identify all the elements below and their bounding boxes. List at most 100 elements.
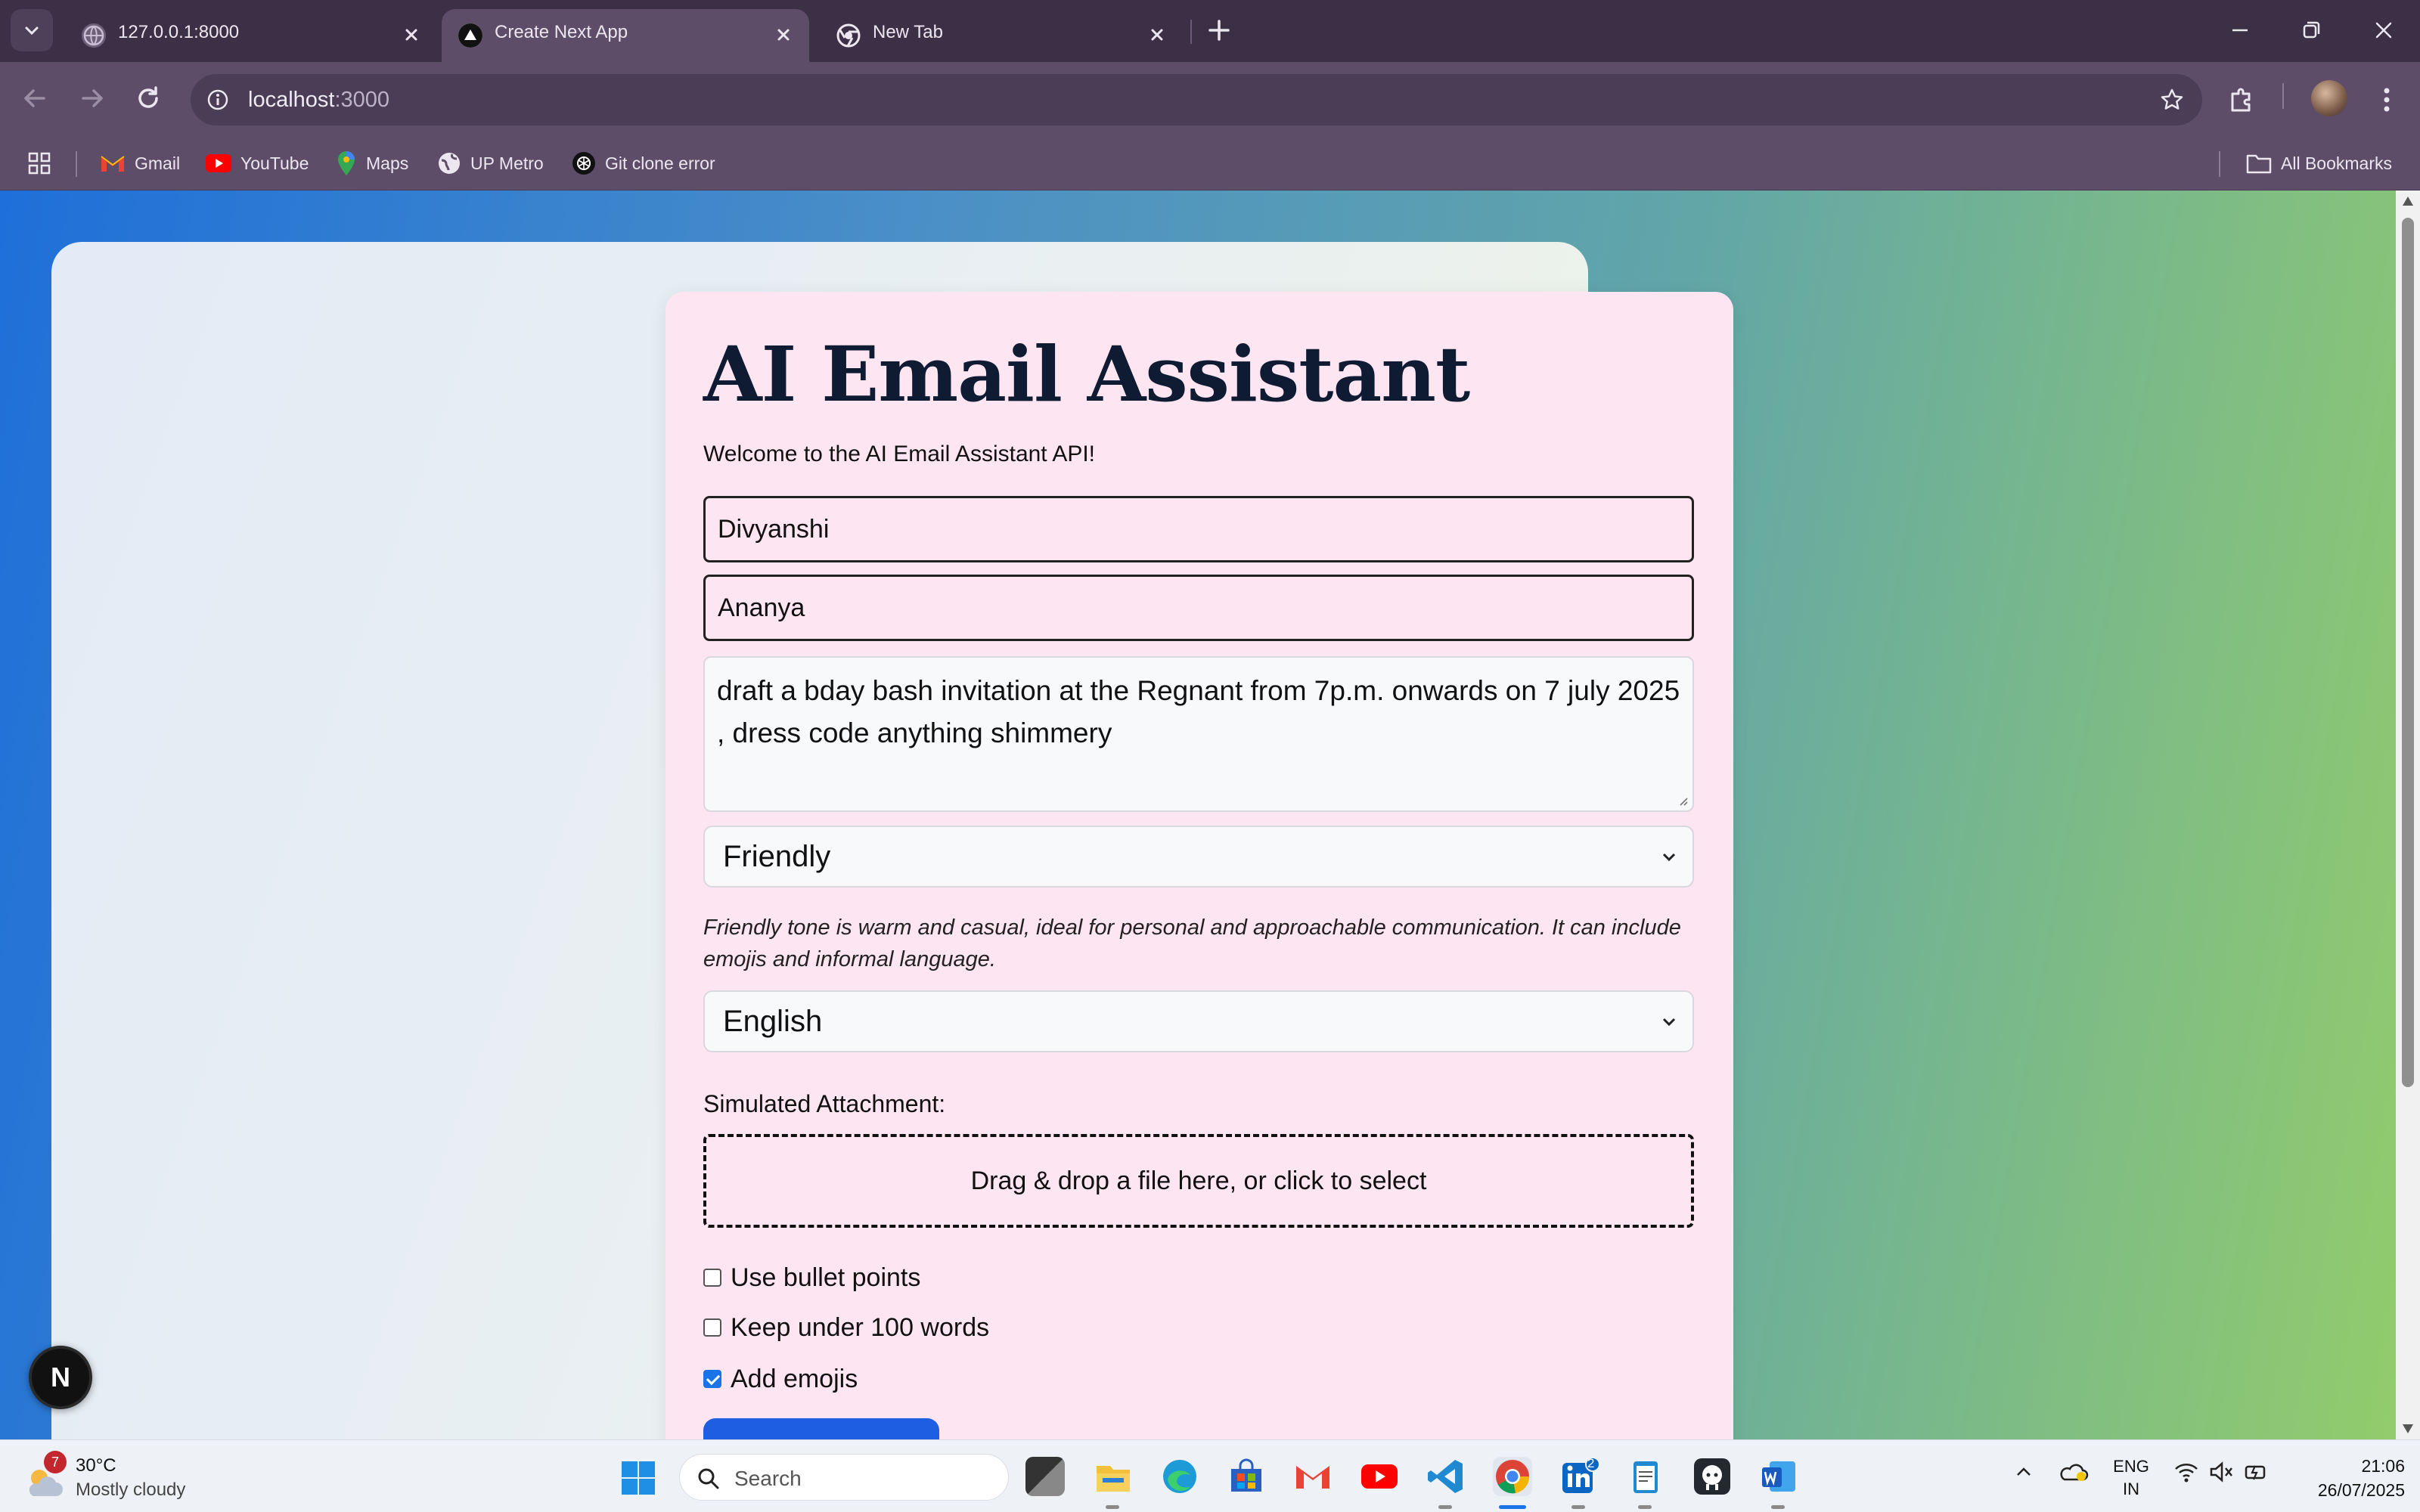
windows-logo-icon	[622, 1461, 655, 1495]
page-scrollbar[interactable]	[2396, 191, 2420, 1439]
wifi-icon[interactable]	[2173, 1460, 2199, 1490]
volume-muted-icon[interactable]	[2208, 1460, 2234, 1490]
page-viewport: AI Email Assistant Welcome to the AI Ema…	[0, 191, 2396, 1439]
plus-icon	[1208, 20, 1230, 41]
language-selected-value: English	[723, 1005, 823, 1038]
running-indicator	[1106, 1505, 1119, 1509]
page-title: AI Email Assistant	[703, 330, 1470, 419]
bookmark-divider	[76, 151, 77, 177]
browser-tab-bar: 127.0.0.1:8000 Create Next App New Tab	[0, 0, 2420, 62]
bookmark-divider	[2219, 151, 2220, 177]
github-desktop-icon[interactable]	[1692, 1457, 1732, 1496]
openai-icon	[572, 152, 595, 175]
tab-create-next-app[interactable]: Create Next App	[442, 9, 809, 62]
onedrive-icon[interactable]	[2059, 1460, 2089, 1490]
linkedin-badge: 2	[1587, 1456, 1595, 1470]
linkedin-icon[interactable]: 2	[1559, 1456, 1600, 1496]
bookmark-gmail[interactable]: Gmail	[100, 148, 180, 178]
chrome-menu-button[interactable]	[2369, 82, 2405, 118]
bookmark-up-metro[interactable]: UP Metro	[437, 148, 544, 178]
restore-button[interactable]	[2294, 14, 2328, 47]
vscode-icon[interactable]	[1426, 1457, 1466, 1496]
email-prompt-text: draft a bday bash invitation at the Regn…	[717, 675, 1680, 748]
forward-button[interactable]	[74, 80, 110, 116]
extensions-button[interactable]	[2225, 82, 2261, 118]
show-hidden-icons[interactable]	[2012, 1460, 2036, 1490]
site-info-icon[interactable]	[206, 88, 230, 116]
active-app-indicator	[1499, 1505, 1526, 1509]
address-bar[interactable]: localhost:3000	[191, 74, 2202, 125]
chrome-app-icon[interactable]	[1493, 1457, 1532, 1496]
resize-handle-icon[interactable]	[1677, 795, 1688, 806]
bookmark-git-clone-error[interactable]: Git clone error	[572, 148, 715, 178]
close-tab-icon[interactable]	[1145, 23, 1169, 47]
close-window-button[interactable]	[2367, 14, 2400, 47]
generate-email-button[interactable]	[703, 1418, 939, 1439]
kebab-menu-icon	[2384, 88, 2390, 112]
minimize-icon	[2232, 29, 2248, 32]
file-dropzone[interactable]: Drag & drop a file here, or click to sel…	[703, 1134, 1694, 1228]
scrollbar-thumb[interactable]	[2402, 218, 2414, 1087]
weather-alert-badge: 7	[44, 1451, 67, 1473]
bookmark-star-icon[interactable]	[2158, 86, 2186, 117]
word-icon[interactable]	[1759, 1457, 1798, 1496]
recipient-name-input[interactable]: Ananya	[703, 575, 1694, 641]
url-port: :3000	[334, 88, 390, 112]
bookmark-label: Gmail	[135, 153, 181, 173]
nextjs-dev-indicator[interactable]: N	[29, 1346, 92, 1409]
start-button[interactable]	[620, 1460, 656, 1496]
apps-button[interactable]	[26, 148, 53, 178]
tone-select[interactable]: Friendly	[703, 826, 1694, 888]
region-code: IN	[2123, 1479, 2139, 1498]
restore-icon	[2303, 21, 2320, 39]
bookmark-maps[interactable]: Maps	[336, 148, 408, 178]
close-tab-icon[interactable]	[399, 23, 424, 47]
reload-button[interactable]	[130, 80, 166, 116]
minimize-button[interactable]	[2223, 14, 2257, 47]
language-code: ENG	[2113, 1457, 2149, 1476]
tab-search-button[interactable]	[11, 9, 53, 51]
apps-grid-icon	[28, 152, 51, 175]
system-clock[interactable]: 21:06 26/07/2025	[2284, 1454, 2405, 1502]
arrow-right-icon	[82, 89, 103, 107]
add-emojis-checkbox[interactable]	[703, 1370, 721, 1388]
email-prompt-textarea[interactable]: draft a bday bash invitation at the Regn…	[703, 656, 1694, 812]
all-bookmarks-button[interactable]: All Bookmarks	[2246, 148, 2392, 178]
profile-avatar[interactable]	[2311, 80, 2347, 116]
task-view-icon[interactable]	[1025, 1457, 1065, 1496]
tab-localhost-8000[interactable]: 127.0.0.1:8000	[65, 9, 437, 62]
bullet-points-checkbox[interactable]	[703, 1269, 721, 1287]
gmail-app-icon[interactable]	[1293, 1457, 1333, 1496]
sender-name-input[interactable]: Divyanshi	[703, 496, 1694, 562]
option-add-emojis[interactable]: Add emojis	[703, 1362, 858, 1396]
chevron-down-icon	[1662, 1018, 1676, 1027]
youtube-app-icon[interactable]	[1360, 1457, 1399, 1496]
taskbar-search[interactable]: Search	[679, 1454, 1009, 1501]
back-button[interactable]	[17, 80, 53, 116]
language-select[interactable]: English	[703, 990, 1694, 1052]
notepad-icon[interactable]	[1626, 1457, 1665, 1496]
option-keep-short[interactable]: Keep under 100 words	[703, 1311, 989, 1344]
bookmark-label: YouTube	[240, 153, 309, 173]
microsoft-store-icon[interactable]	[1227, 1457, 1266, 1496]
input-language-indicator[interactable]: ENG IN	[2110, 1455, 2152, 1501]
tab-divider	[1190, 20, 1192, 44]
close-tab-icon[interactable]	[771, 23, 796, 47]
browser-toolbar: localhost:3000	[0, 62, 2420, 138]
tab-title: New Tab	[873, 22, 943, 42]
toolbar-divider	[2282, 83, 2284, 109]
scroll-down-arrow-icon[interactable]	[2403, 1424, 2413, 1433]
tab-new-tab[interactable]: New Tab	[820, 9, 1183, 62]
file-explorer-icon[interactable]	[1094, 1457, 1133, 1496]
new-tab-button[interactable]	[1204, 15, 1234, 45]
option-label: Use bullet points	[731, 1263, 921, 1292]
all-bookmarks-label: All Bookmarks	[2281, 153, 2392, 173]
keep-short-checkbox[interactable]	[703, 1318, 721, 1337]
edge-browser-icon[interactable]	[1160, 1457, 1199, 1496]
running-indicator	[1771, 1505, 1785, 1509]
option-bullet-points[interactable]: Use bullet points	[703, 1261, 920, 1294]
bookmark-youtube[interactable]: YouTube	[206, 148, 309, 178]
scroll-up-arrow-icon[interactable]	[2403, 197, 2413, 206]
battery-icon[interactable]	[2243, 1460, 2269, 1490]
chevron-down-icon	[25, 26, 39, 36]
